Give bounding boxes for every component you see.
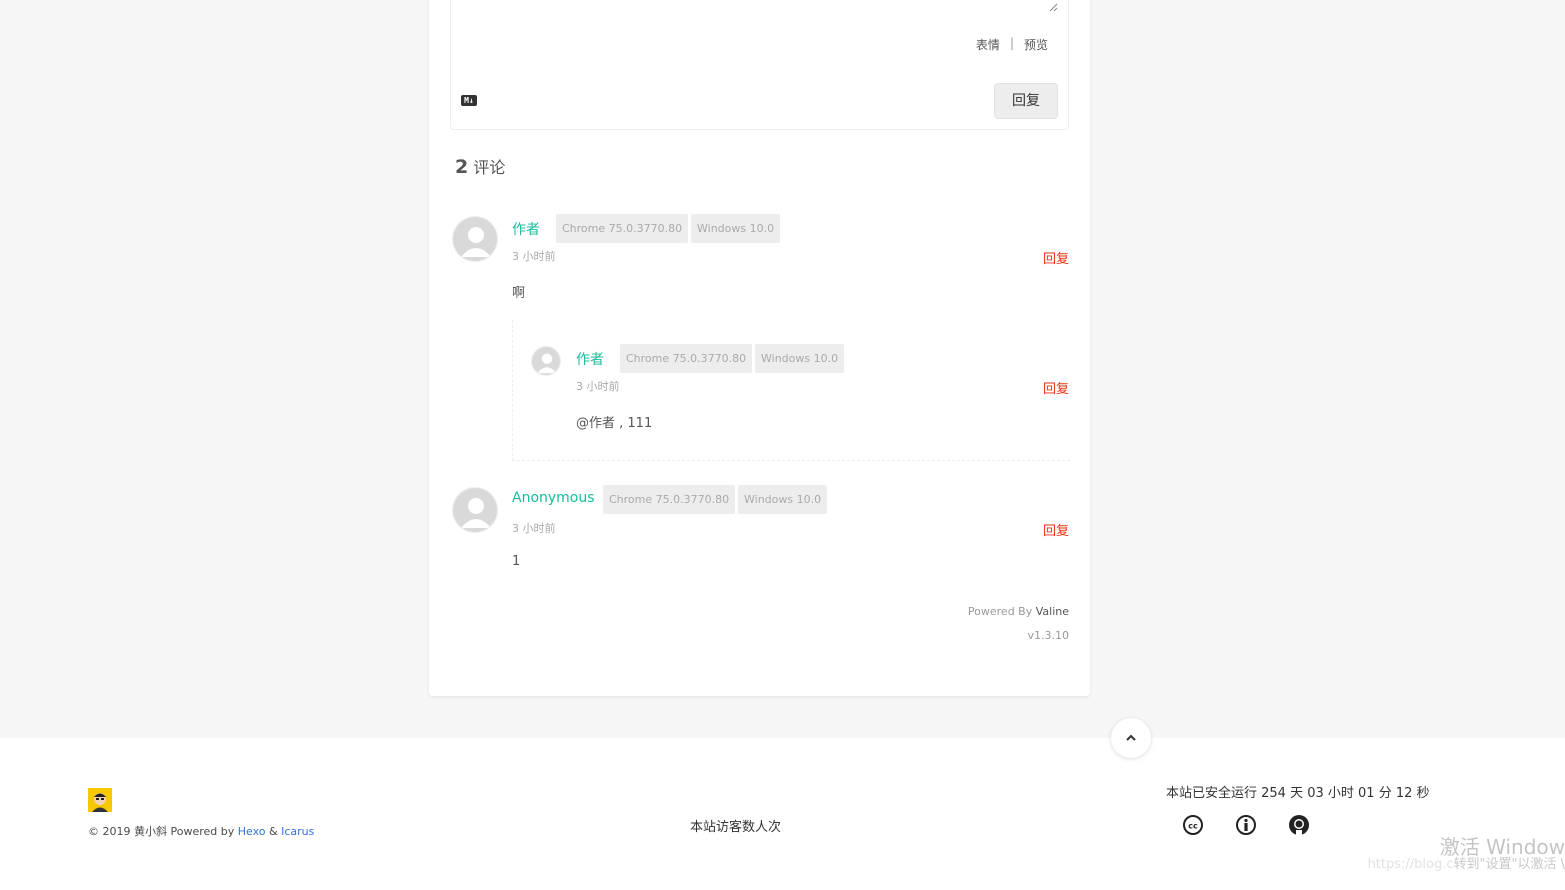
- hexo-link[interactable]: Hexo: [238, 825, 266, 838]
- comment-editor[interactable]: 表情 | 预览 M↓ 回复: [450, 0, 1069, 130]
- reply-link[interactable]: 回复: [1043, 520, 1069, 539]
- powered-prefix: Powered By: [967, 605, 1033, 618]
- comment-time: 3 小时前: [576, 380, 620, 393]
- site-logo[interactable]: [88, 788, 112, 812]
- comment-nick[interactable]: 作者: [576, 349, 604, 369]
- site-footer: © 2019 黄小斜 Powered by Hexo & Icarus 本站访客…: [0, 738, 1565, 890]
- preview-button[interactable]: 预览: [1024, 36, 1048, 53]
- amp: &: [269, 825, 278, 838]
- powered-by: Powered By Valine: [968, 605, 1069, 618]
- comment-count: 2 评论: [455, 154, 505, 178]
- avatar-logo-icon: [88, 788, 112, 812]
- os-badge: Windows 10.0: [755, 344, 845, 373]
- browser-badge: Chrome 75.0.3770.80: [603, 485, 736, 514]
- chevron-up-icon: [1126, 734, 1136, 741]
- attribution-icon[interactable]: [1235, 814, 1257, 836]
- editor-tools: 表情 | 预览: [976, 36, 1048, 53]
- valine-link[interactable]: Valine: [1036, 605, 1069, 618]
- avatar: [452, 216, 498, 262]
- watermark-title: 激活 Window: [1439, 835, 1565, 859]
- comment-count-number: 2: [455, 156, 469, 178]
- default-avatar-icon: [453, 217, 497, 261]
- comments-card: 表情 | 预览 M↓ 回复 2 评论 作者 Chrome 75.0.3770.8…: [429, 0, 1090, 696]
- emoji-button[interactable]: 表情: [976, 36, 1000, 53]
- resize-grip-icon[interactable]: [1048, 2, 1058, 12]
- comment-nick[interactable]: 作者: [512, 219, 540, 239]
- avatar: [531, 346, 561, 376]
- copyright: © 2019 黄小斜 Powered by Hexo & Icarus: [88, 823, 314, 839]
- comment-content: 1: [512, 554, 521, 569]
- reply-link[interactable]: 回复: [1043, 248, 1069, 267]
- visitor-count: 本站访客数人次: [690, 820, 782, 835]
- copyright-text: © 2019 黄小斜 Powered by: [88, 825, 235, 838]
- comment-content: 啊: [512, 286, 526, 301]
- watermark-subtitle: https://blog.c转到"设置"以激活 \: [1367, 857, 1565, 872]
- watermark-url: https://blog.c: [1367, 857, 1454, 872]
- browser-badge: Chrome 75.0.3770.80: [556, 214, 689, 243]
- watermark-subtitle-text: 转到"设置"以激活 \: [1453, 857, 1565, 872]
- os-badge: Windows 10.0: [691, 214, 781, 243]
- icarus-link[interactable]: Icarus: [281, 825, 314, 838]
- default-avatar-icon: [453, 488, 497, 532]
- reply-link[interactable]: 回复: [1043, 378, 1069, 397]
- comment-time: 3 小时前: [512, 250, 556, 263]
- submit-reply-button[interactable]: 回复: [994, 83, 1058, 119]
- footer-icons: cc: [1182, 814, 1310, 836]
- activation-watermark: 激活 Window https://blog.c转到"设置"以激活 \: [1368, 836, 1565, 872]
- tool-separator: |: [1009, 36, 1014, 50]
- site-runtime: 本站已安全运行 254 天 03 小时 01 分 12 秒: [1166, 786, 1430, 801]
- comment-count-label: 评论: [473, 158, 506, 177]
- creative-commons-icon[interactable]: cc: [1182, 814, 1204, 836]
- github-icon[interactable]: [1288, 814, 1310, 836]
- svg-text:cc: cc: [1188, 822, 1198, 831]
- comment-time: 3 小时前: [512, 522, 556, 535]
- valine-version: v1.3.10: [1027, 629, 1070, 642]
- browser-badge: Chrome 75.0.3770.80: [620, 344, 753, 373]
- back-to-top-button[interactable]: [1111, 718, 1151, 758]
- avatar: [452, 487, 498, 533]
- comment-content: @作者 , 111: [576, 416, 653, 431]
- os-badge: Windows 10.0: [738, 485, 828, 514]
- comment-nick[interactable]: Anonymous: [512, 490, 595, 506]
- markdown-icon[interactable]: M↓: [461, 95, 477, 106]
